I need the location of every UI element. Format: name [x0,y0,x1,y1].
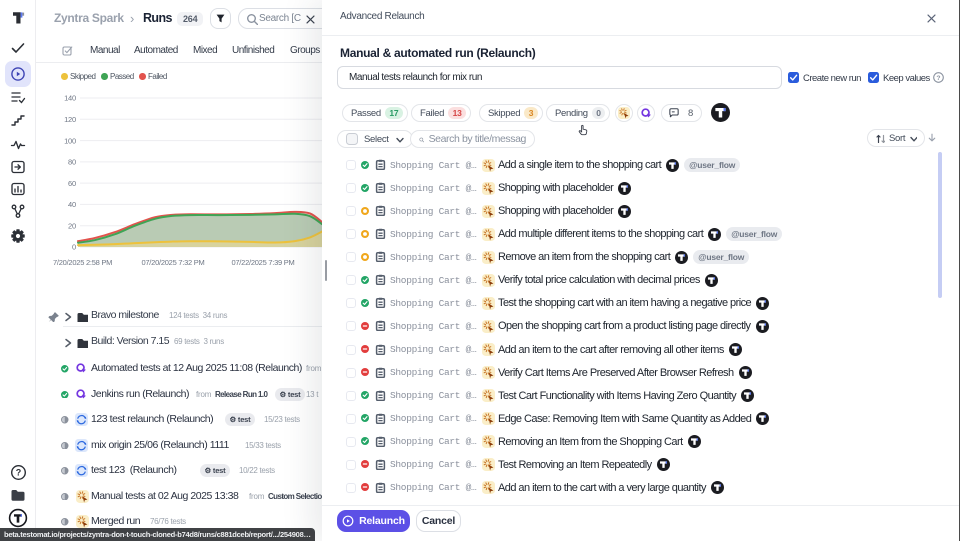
svg-text:140: 140 [64,94,76,103]
svg-text:80: 80 [68,158,76,167]
svg-text:?: ? [936,75,940,82]
svg-text:?: ? [15,468,21,478]
svg-text:0: 0 [72,243,76,252]
svg-text:120: 120 [64,115,76,124]
svg-text:100: 100 [64,136,76,145]
svg-text:07/22/2025 7:39 PM: 07/22/2025 7:39 PM [231,258,294,267]
svg-text:40: 40 [68,200,76,209]
svg-text:60: 60 [68,179,76,188]
svg-text:7/20/2025 2:58 PM: 7/20/2025 2:58 PM [53,258,112,267]
svg-text:07/20/2025 7:32 PM: 07/20/2025 7:32 PM [141,258,204,267]
svg-text:20: 20 [68,221,76,230]
